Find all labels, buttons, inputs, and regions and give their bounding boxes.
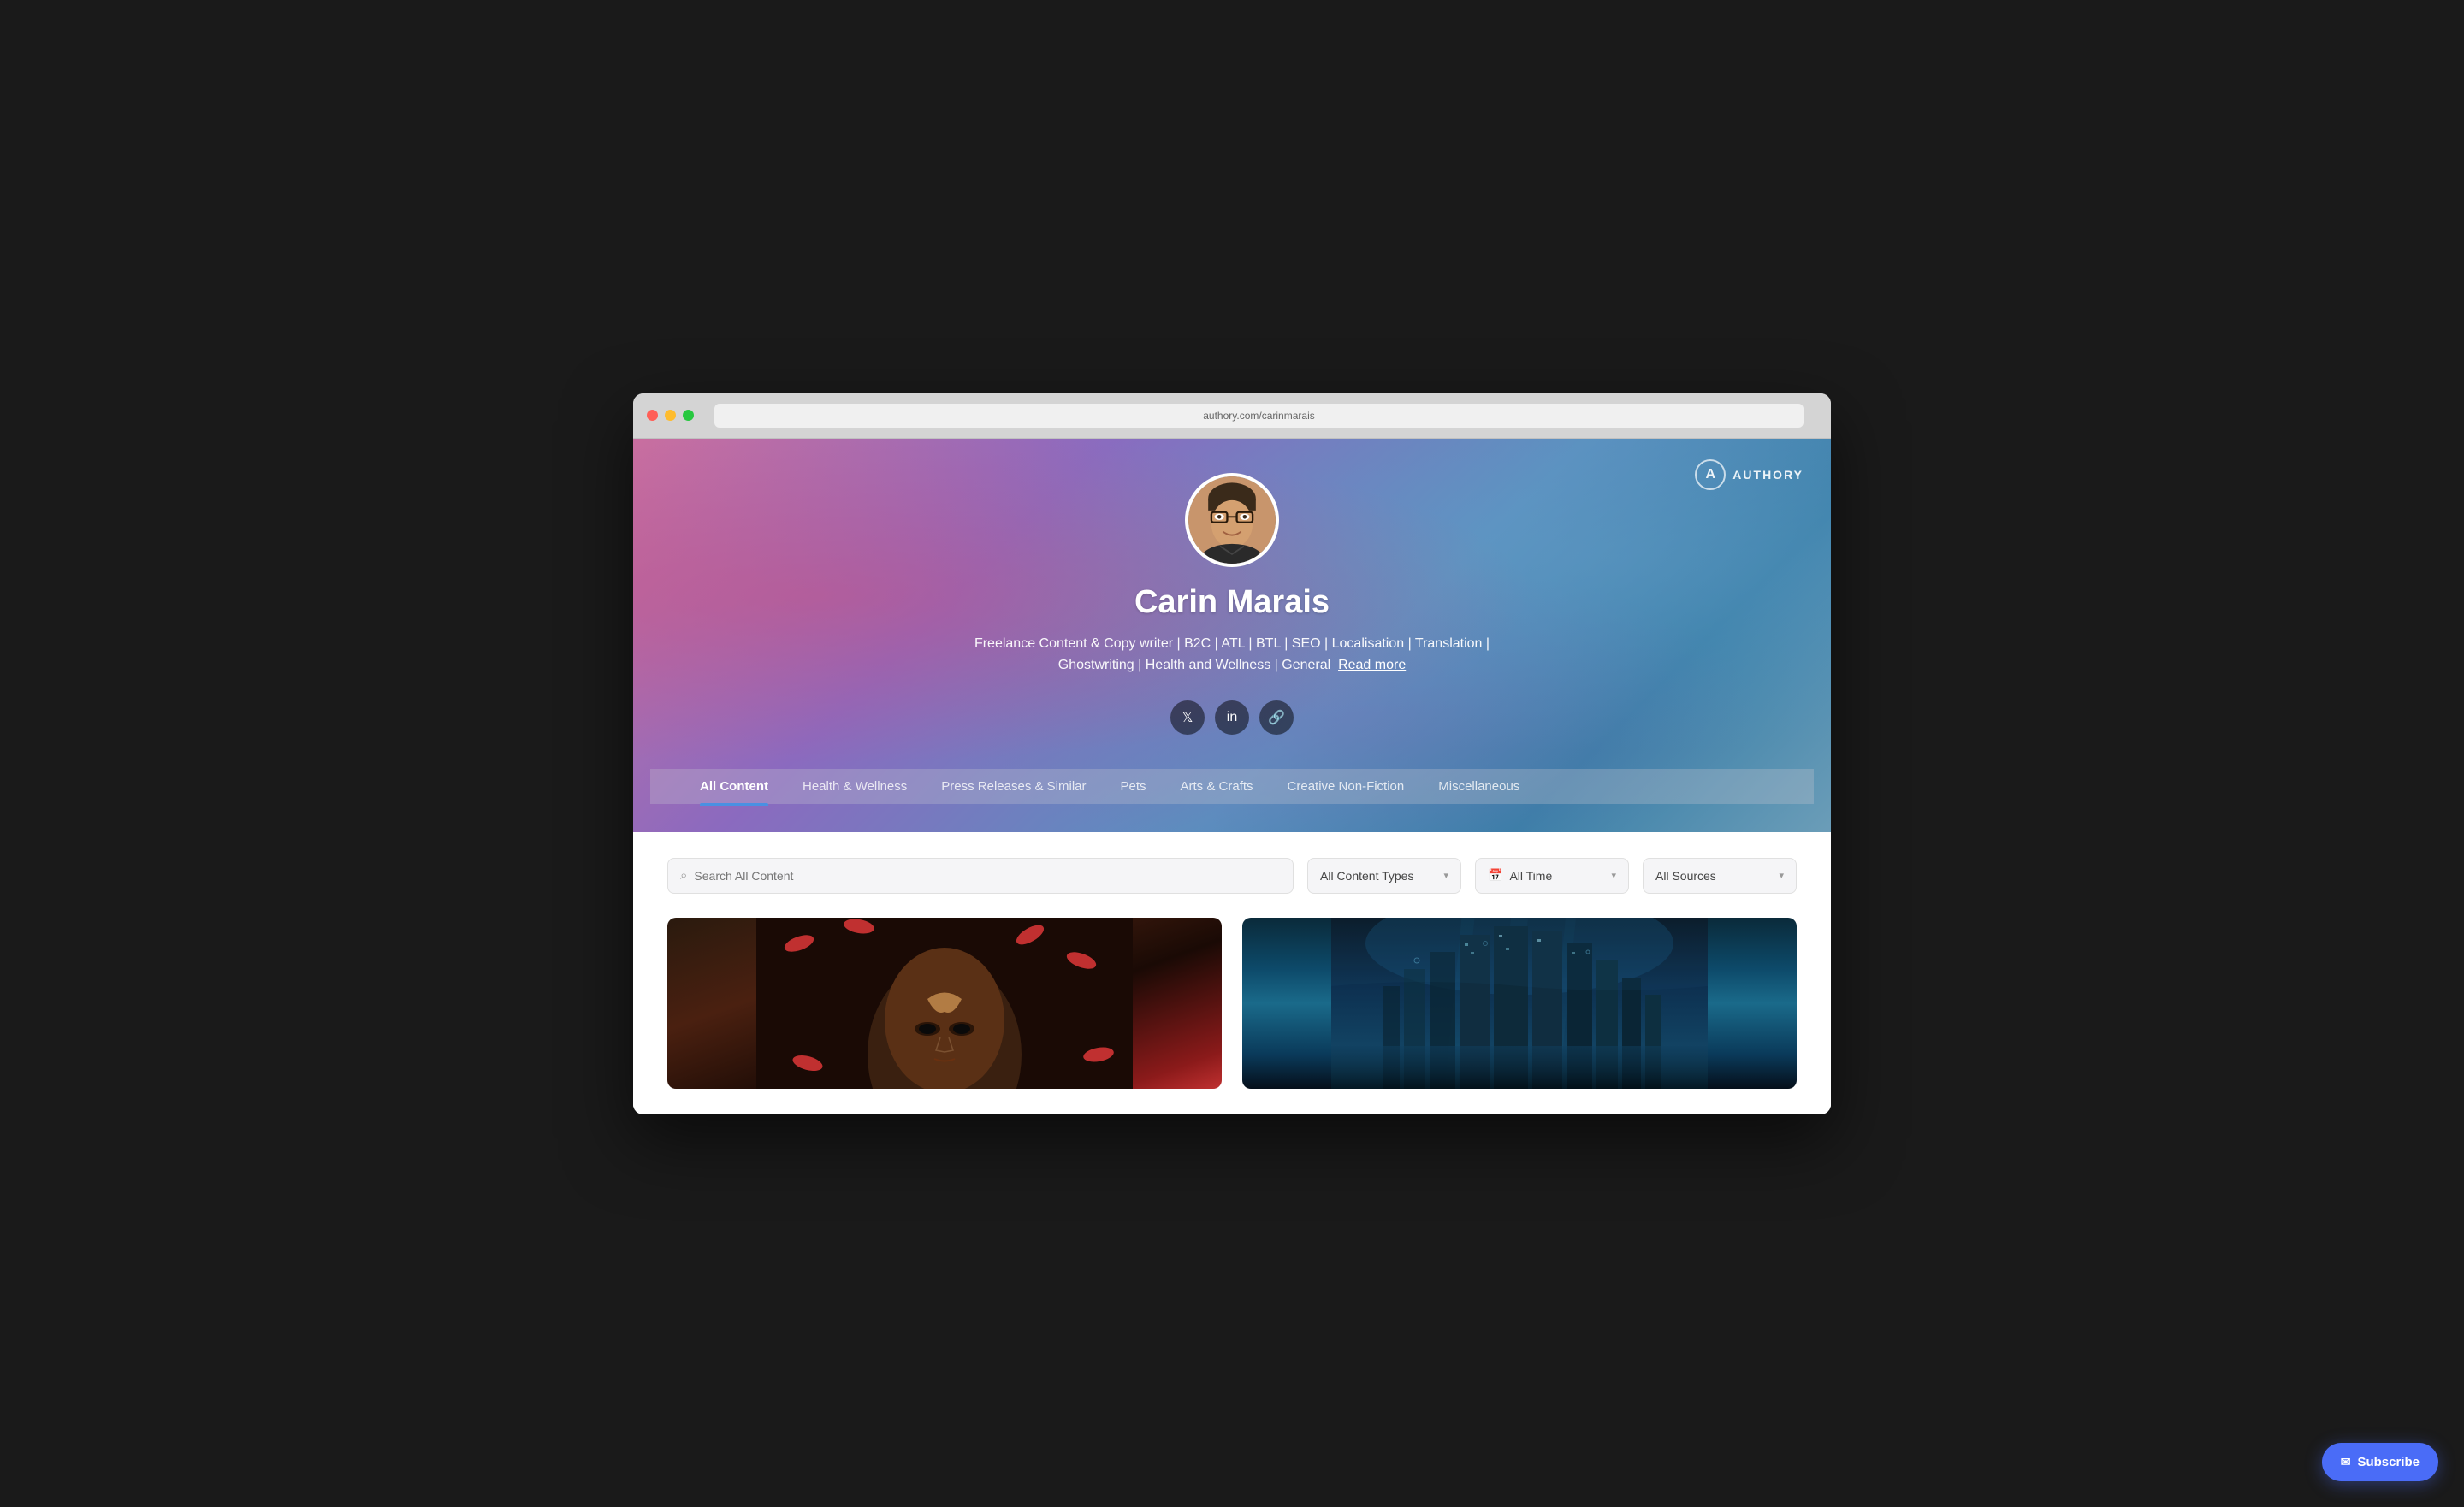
tab-creative-nonfiction[interactable]: Creative Non-Fiction (1272, 769, 1420, 804)
browser-window: authory.com/carinmarais A AUTHORY (633, 393, 1831, 1114)
profile-name: Carin Marais (1134, 584, 1330, 621)
content-area: ⌕ All Content Types ▾ 📅 All Time ▾ All S… (633, 832, 1831, 1114)
content-types-label: All Content Types (1320, 869, 1436, 883)
browser-titlebar: authory.com/carinmarais (633, 393, 1831, 439)
hero-section: A AUTHORY (633, 439, 1831, 832)
tab-all-content[interactable]: All Content (684, 769, 784, 804)
content-grid (667, 918, 1797, 1089)
sources-filter[interactable]: All Sources ▾ (1643, 858, 1797, 894)
content-card[interactable] (1242, 918, 1797, 1089)
tab-press-releases[interactable]: Press Releases & Similar (926, 769, 1101, 804)
subscribe-button[interactable]: ✉ Subscribe (2322, 1443, 2438, 1481)
address-bar[interactable]: authory.com/carinmarais (714, 404, 1804, 428)
date-filter[interactable]: 📅 All Time ▾ (1475, 858, 1629, 894)
maximize-button[interactable] (683, 410, 694, 421)
content-card[interactable] (667, 918, 1222, 1089)
address-text: authory.com/carinmarais (1203, 410, 1315, 422)
search-icon: ⌕ (680, 868, 687, 883)
tab-arts-crafts[interactable]: Arts & Crafts (1165, 769, 1269, 804)
authory-logo[interactable]: A AUTHORY (1695, 459, 1804, 490)
link-icon: 🔗 (1268, 709, 1285, 726)
logo-name: AUTHORY (1732, 468, 1804, 482)
filter-row: ⌕ All Content Types ▾ 📅 All Time ▾ All S… (667, 858, 1797, 894)
profile-bio: Freelance Content & Copy writer | B2C | … (941, 633, 1523, 677)
search-input[interactable] (694, 860, 1281, 891)
nav-tabs: All Content Health & Wellness Press Rele… (650, 769, 1814, 804)
twitter-button[interactable]: 𝕏 (1170, 700, 1205, 735)
read-more-link[interactable]: Read more (1338, 658, 1406, 672)
linkedin-button[interactable]: in (1215, 700, 1249, 735)
card-thumbnail (667, 918, 1222, 1089)
social-links: 𝕏 in 🔗 (1170, 700, 1294, 735)
chevron-down-icon: ▾ (1443, 870, 1448, 881)
tab-miscellaneous[interactable]: Miscellaneous (1423, 769, 1535, 804)
linkedin-icon: in (1227, 710, 1237, 725)
tab-health-wellness[interactable]: Health & Wellness (787, 769, 922, 804)
logo-icon: A (1695, 459, 1726, 490)
card-image-svg (1331, 918, 1708, 1089)
search-wrapper[interactable]: ⌕ (667, 858, 1294, 894)
close-button[interactable] (647, 410, 658, 421)
card-thumbnail (1242, 918, 1797, 1089)
website-link-button[interactable]: 🔗 (1259, 700, 1294, 735)
subscribe-label: Subscribe (2357, 1455, 2420, 1469)
avatar-image (1188, 476, 1276, 564)
browser-content: A AUTHORY (633, 439, 1831, 1114)
date-label: All Time (1509, 869, 1604, 883)
tab-pets[interactable]: Pets (1105, 769, 1162, 804)
content-types-filter[interactable]: All Content Types ▾ (1307, 858, 1461, 894)
twitter-icon: 𝕏 (1182, 709, 1194, 726)
chevron-down-icon: ▾ (1611, 870, 1616, 881)
chevron-down-icon: ▾ (1779, 870, 1784, 881)
card-image-svg (756, 918, 1133, 1089)
minimize-button[interactable] (665, 410, 676, 421)
calendar-icon: 📅 (1488, 868, 1502, 883)
sources-label: All Sources (1656, 869, 1772, 883)
avatar-container (1185, 473, 1279, 567)
envelope-icon: ✉ (2341, 1455, 2351, 1469)
avatar (1185, 473, 1279, 567)
